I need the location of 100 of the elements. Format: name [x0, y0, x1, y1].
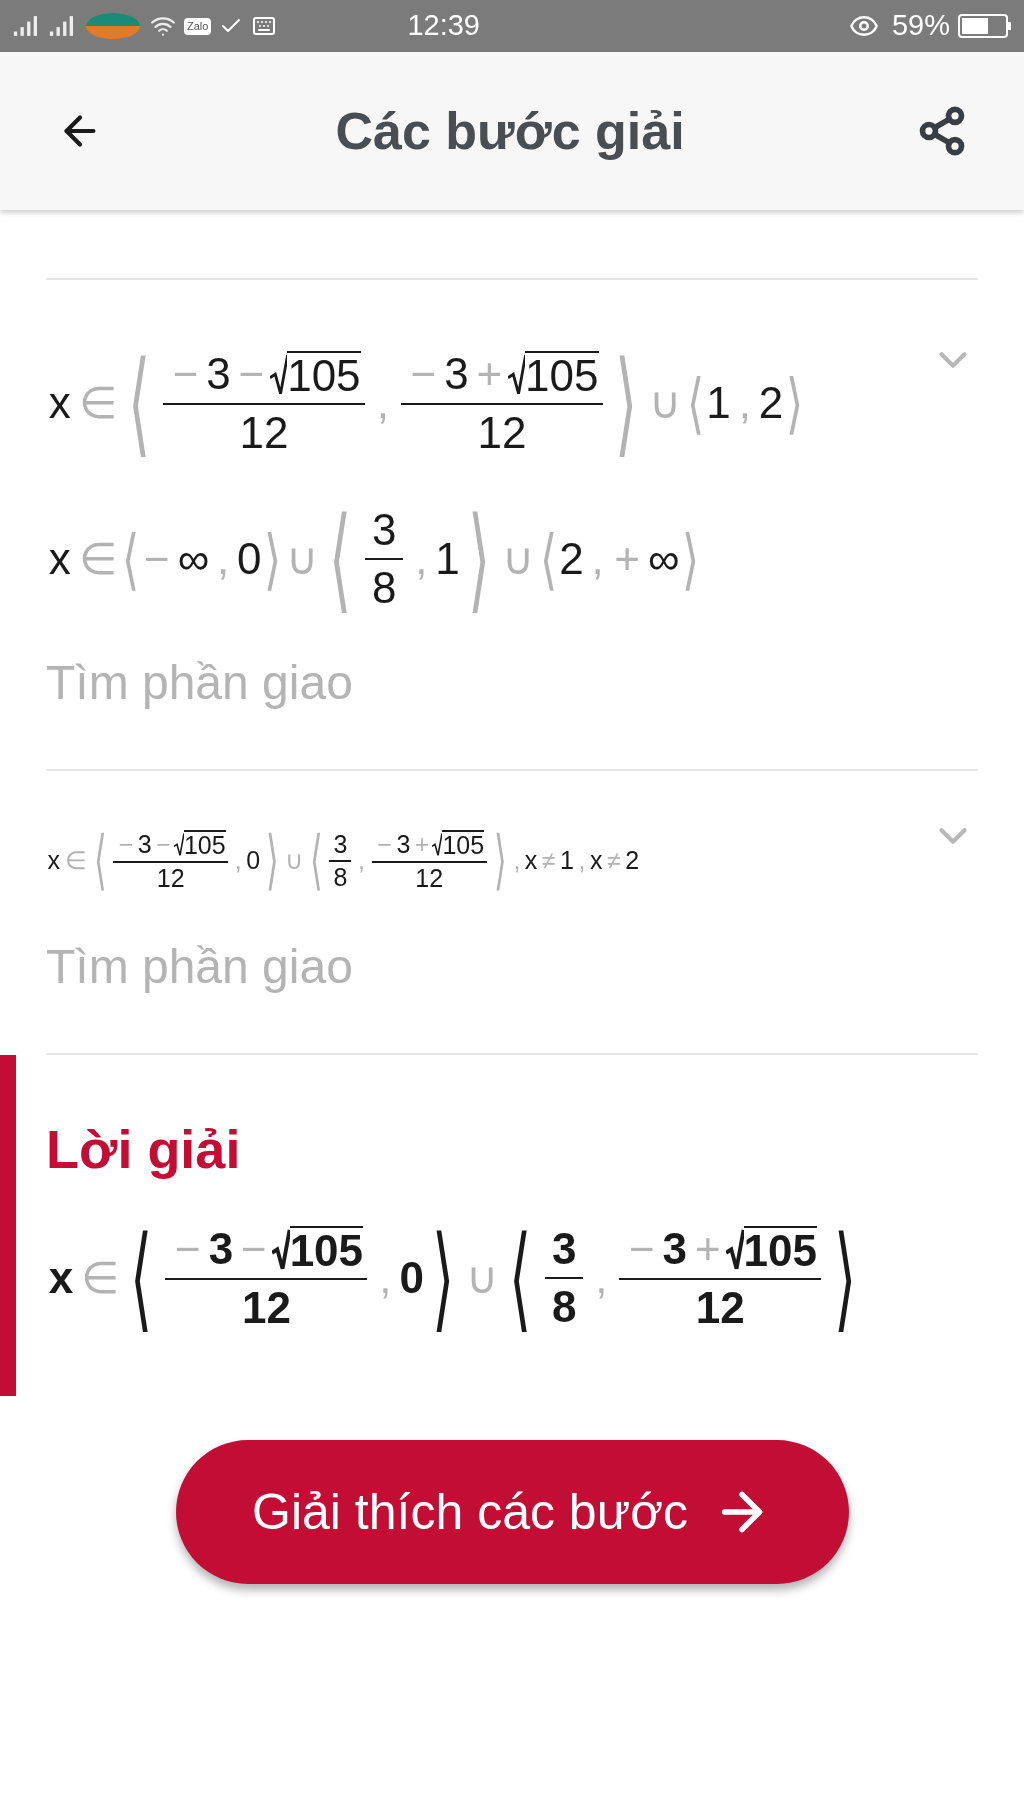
app-badge: Zalo	[184, 17, 212, 35]
math-symbol: −	[117, 830, 135, 858]
math-symbol: ,	[378, 1252, 393, 1304]
math-term: 8	[332, 864, 349, 892]
math-symbol: −	[628, 1225, 656, 1274]
math-term: 105	[525, 351, 599, 400]
bracket: ⟨	[509, 1209, 532, 1345]
math-term: 3	[443, 350, 470, 399]
math-symbol: ,	[215, 533, 231, 585]
bracket: ⟨	[121, 519, 139, 599]
math-term: 12	[240, 1283, 292, 1332]
bracket: ⟩	[493, 821, 507, 901]
math-symbol: ,	[357, 845, 367, 877]
signal-icon	[12, 15, 40, 37]
math-symbol: +	[613, 533, 642, 585]
math-symbol: −	[143, 533, 171, 585]
math-term: 12	[238, 408, 290, 457]
math-symbol: −	[240, 1225, 268, 1274]
math-term: 0	[236, 533, 263, 585]
math-term: 1	[434, 533, 461, 585]
math-symbol: ∪	[465, 1252, 500, 1304]
bracket: ⟨	[539, 519, 557, 599]
math-term: 8	[370, 563, 398, 612]
math-symbol: −	[237, 350, 266, 399]
math-term: x	[588, 845, 604, 877]
math-symbol: −	[376, 830, 393, 858]
math-symbol: ∪	[501, 533, 536, 585]
math-term: 8	[550, 1282, 578, 1331]
bracket: ⟩	[468, 490, 491, 626]
math-symbol: +	[413, 830, 431, 858]
math-term: x	[46, 845, 61, 877]
math-symbol: −	[171, 350, 200, 399]
explain-steps-button[interactable]: Giải thích các bước	[175, 1440, 849, 1584]
bracket: ⟨	[128, 334, 151, 470]
math-symbol: ,	[594, 1252, 609, 1304]
math-term: 12	[694, 1283, 746, 1332]
math-symbol: ∈	[77, 533, 118, 585]
math-term: x	[47, 533, 72, 585]
math-symbol: −	[155, 830, 172, 858]
carrier-logo-icon	[84, 12, 142, 40]
math-term: 3	[370, 506, 398, 555]
math-symbol: ∈	[77, 377, 118, 429]
math-symbol: ≠	[605, 845, 622, 877]
math-term: x	[523, 845, 539, 877]
step-caption: Tìm phần giao	[46, 939, 354, 995]
math-term: 3	[205, 350, 232, 399]
bracket: ⟩	[264, 519, 282, 599]
math-term: 105	[743, 1226, 817, 1275]
math-symbol: +	[693, 1225, 722, 1274]
bracket: ⟩	[681, 519, 699, 599]
math-term: 0	[245, 845, 262, 877]
math-symbol: ,	[512, 845, 522, 877]
math-term: 3	[550, 1225, 578, 1274]
math-term: ∞	[646, 533, 681, 585]
math-term: 105	[442, 830, 485, 859]
math-term: 2	[558, 533, 585, 585]
battery-icon	[958, 13, 1012, 39]
bracket: ⟨	[329, 490, 352, 626]
math-symbol: ,	[375, 377, 391, 429]
bracket: ⟨	[93, 821, 106, 901]
math-term: 3	[395, 830, 412, 858]
math-term: 105	[183, 830, 226, 859]
bracket: ⟨	[309, 821, 323, 901]
math-symbol: ∪	[648, 377, 683, 429]
bracket: ⟨	[130, 1209, 153, 1345]
math-term: 3	[136, 830, 153, 858]
solution-title: Lời giải	[46, 1118, 242, 1181]
math-term: 1	[559, 845, 575, 877]
bracket: ⟩	[834, 1209, 857, 1345]
step-caption: Tìm phần giao	[46, 655, 354, 711]
math-term: 2	[624, 845, 641, 877]
math-term: 3	[661, 1225, 689, 1274]
math-term: 3	[332, 830, 349, 858]
bracket: ⟩	[432, 1209, 455, 1345]
math-term: 12	[476, 408, 528, 457]
battery-percent: 59%	[891, 8, 950, 44]
status-time: 12:39	[407, 8, 480, 44]
bracket: ⟩	[785, 363, 803, 443]
math-symbol: ∈	[63, 845, 88, 877]
math-term: 2	[757, 377, 785, 429]
signal-icon	[48, 15, 76, 37]
page-title: Các bước giải	[334, 101, 686, 162]
math-symbol: ,	[590, 533, 605, 585]
math-symbol: +	[475, 350, 504, 399]
math-symbol: ,	[414, 533, 429, 585]
math-term: 105	[287, 351, 361, 400]
math-symbol: ∪	[285, 533, 320, 585]
math-term: 3	[207, 1225, 235, 1274]
math-term: 12	[414, 864, 445, 893]
math-symbol: ≠	[540, 845, 557, 877]
math-symbol: ,	[233, 845, 243, 877]
math-term: 0	[398, 1252, 425, 1304]
math-term: 1	[705, 377, 732, 429]
math-term: x	[47, 377, 72, 429]
bracket: ⟩	[615, 334, 638, 470]
math-term: x	[47, 1252, 75, 1304]
bracket: ⟨	[686, 363, 704, 443]
math-symbol: ∈	[80, 1252, 120, 1304]
bracket: ⟩	[265, 821, 279, 901]
keyboard-icon	[251, 14, 278, 38]
